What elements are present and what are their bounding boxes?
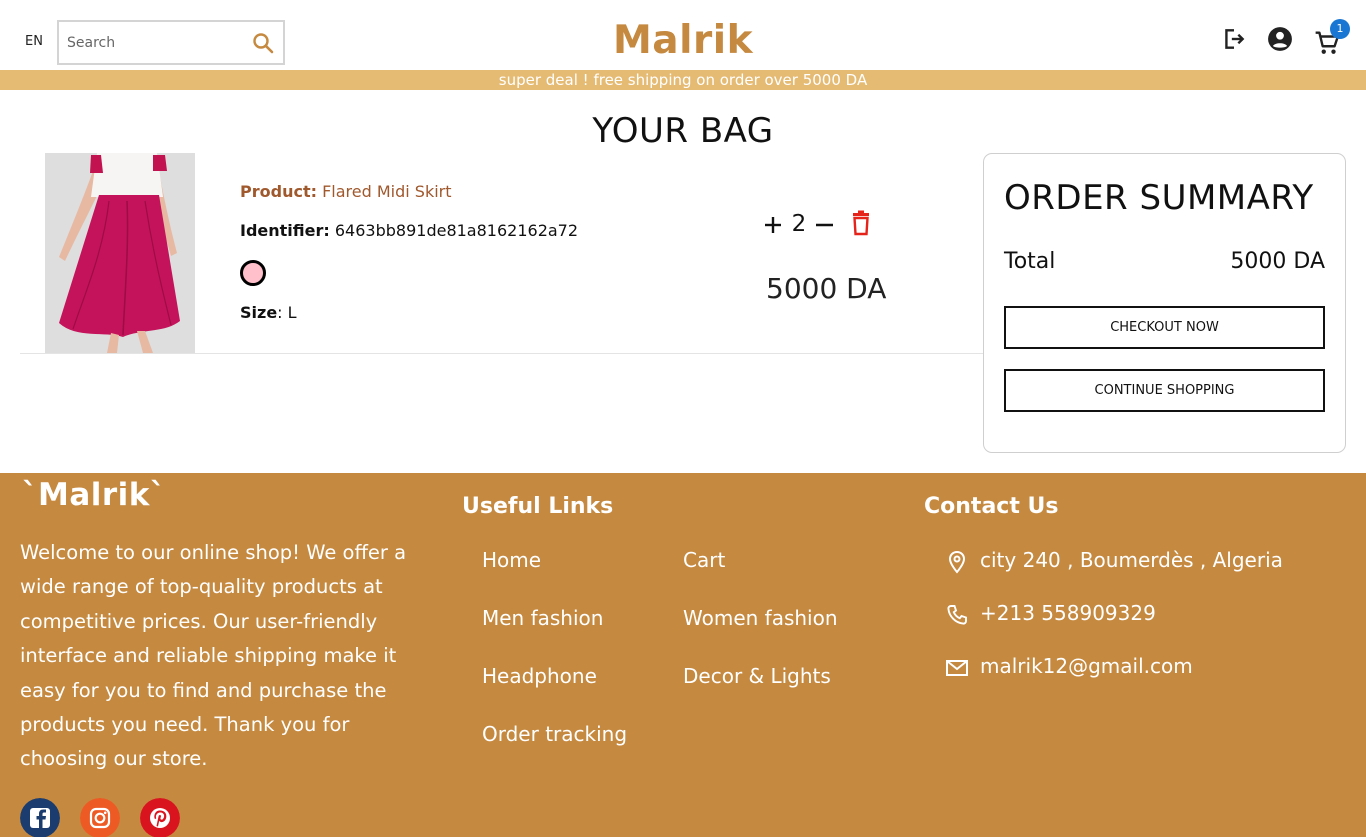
identifier-label: Identifier: [240,221,330,240]
product-name-row: Product: Flared Midi Skirt [240,182,452,201]
summary-title: ORDER SUMMARY [1004,178,1314,218]
footer-link-home[interactable]: Home [482,548,541,572]
promo-banner: super deal ! free shipping on order over… [0,70,1366,90]
skirt-illustration [45,153,195,353]
footer-description: Welcome to our online shop! We offer a w… [20,541,407,771]
pinterest-icon[interactable] [140,798,180,837]
size-label: Size [240,303,278,322]
footer-brand: `Malrik` [22,477,166,513]
footer: `Malrik` Welcome to our online shop! We … [0,473,1366,837]
facebook-icon[interactable] [20,798,60,837]
brand-logo[interactable]: Malrik [0,17,1366,65]
product-color-swatch [240,260,266,286]
contact-title: Contact Us [924,494,1059,519]
useful-links-title: Useful Links [462,494,614,519]
order-summary: ORDER SUMMARY Total 5000 DA CHECKOUT NOW… [983,153,1346,453]
logout-icon[interactable] [1221,26,1247,52]
footer-link-order-tracking[interactable]: Order tracking [482,722,627,746]
footer-link-men-fashion[interactable]: Men fashion [482,606,603,630]
checkout-button[interactable]: CHECKOUT NOW [1004,306,1325,349]
product-identifier: 6463bb891de81a8162162a72 [334,221,579,240]
page-title: YOUR BAG [592,111,774,151]
increase-quantity-icon[interactable] [762,211,784,237]
product-label: Product: [240,182,317,201]
account-icon[interactable] [1267,26,1293,52]
email-text: malrik12@gmail.com [980,654,1193,678]
cart-count-badge: 1 [1330,19,1350,39]
phone-text: +213 558909329 [980,601,1156,625]
product-size-row: Size: L [240,303,297,322]
footer-link-cart[interactable]: Cart [683,548,725,572]
header: EN Malrik 1 [0,0,1366,70]
item-divider [20,353,983,354]
total-label: Total [1004,249,1056,274]
product-name: Flared Midi Skirt [322,182,452,201]
location-icon [948,550,966,574]
product-identifier-row: Identifier: 6463bb891de81a8162162a72 [240,221,578,240]
mail-icon [946,660,968,676]
quantity-value: 2 [791,211,807,237]
phone-icon [947,605,967,625]
item-price: 5000 DA [766,272,887,305]
footer-link-decor-lights[interactable]: Decor & Lights [683,664,831,688]
address-text: city 240 , Boumerdès , Algeria [980,548,1283,572]
product-image[interactable] [45,153,195,353]
footer-link-headphone[interactable]: Headphone [482,664,597,688]
total-value: 5000 DA [1230,249,1325,274]
footer-link-women-fashion[interactable]: Women fashion [683,606,838,630]
delete-icon[interactable] [850,210,872,236]
continue-shopping-button[interactable]: CONTINUE SHOPPING [1004,369,1325,412]
decrease-quantity-icon[interactable] [813,211,835,237]
instagram-icon[interactable] [80,798,120,837]
product-size: L [287,303,297,322]
